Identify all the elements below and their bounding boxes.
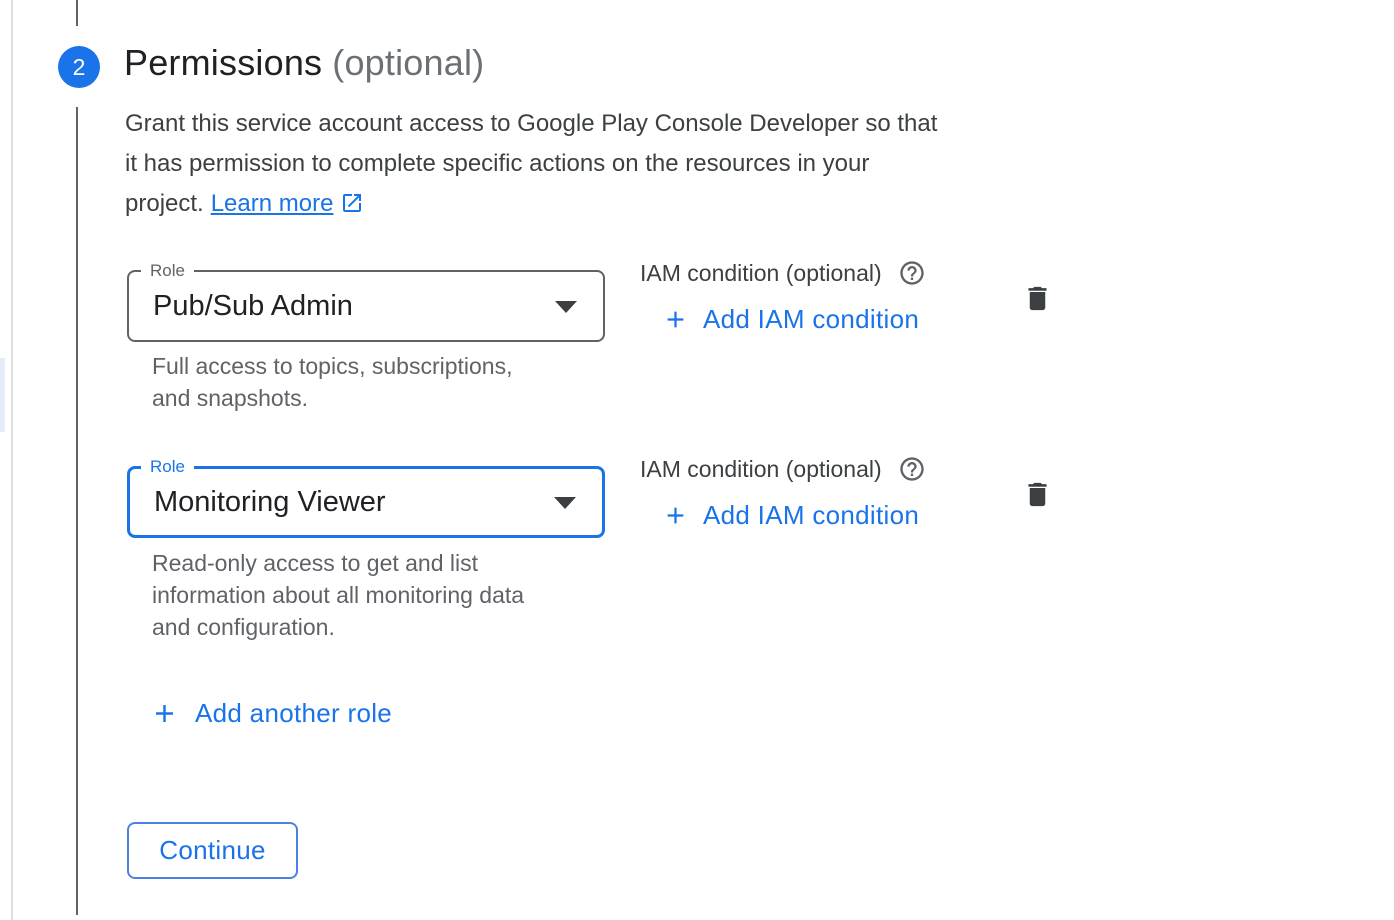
step-number: 2 — [73, 54, 86, 81]
role-description: Full access to topics, subscriptions, an… — [152, 350, 512, 414]
description-line: it has permission to complete specific a… — [125, 144, 937, 184]
role-field-label: Role — [141, 260, 194, 282]
page-title-row: Permissions(optional) — [124, 42, 484, 84]
role-description-line: and configuration. — [152, 611, 524, 643]
iam-condition-label: IAM condition (optional) — [640, 456, 882, 483]
permissions-step-panel: 2 Permissions(optional) Grant this servi… — [0, 0, 1394, 920]
iam-condition-label: IAM condition (optional) — [640, 260, 882, 287]
role-selected-value: Pub/Sub Admin — [129, 290, 353, 323]
page-title: Permissions — [124, 42, 322, 83]
plus-icon — [662, 306, 689, 333]
role-field-label: Role — [141, 456, 194, 478]
add-iam-condition-label: Add IAM condition — [703, 304, 919, 335]
dropdown-arrow-icon — [554, 497, 576, 509]
role-description-line: and snapshots. — [152, 382, 512, 414]
panel-left-border — [11, 0, 13, 920]
add-another-role-label: Add another role — [195, 698, 392, 729]
add-another-role-button[interactable]: Add another role — [150, 695, 392, 731]
stepper-connector — [76, 107, 78, 915]
description-line: project. Learn more — [125, 184, 937, 228]
stepper-connector-top — [76, 0, 78, 26]
add-iam-condition-button[interactable]: Add IAM condition — [662, 302, 919, 336]
role-select[interactable]: Monitoring Viewer — [127, 466, 605, 538]
learn-more-link[interactable]: Learn more — [211, 190, 334, 217]
continue-button[interactable]: Continue — [127, 822, 298, 879]
help-icon[interactable] — [898, 455, 926, 483]
role-selected-value: Monitoring Viewer — [130, 486, 386, 519]
role-description-line: Read-only access to get and list — [152, 547, 524, 579]
step-2-badge: 2 — [58, 46, 100, 88]
add-iam-condition-button[interactable]: Add IAM condition — [662, 498, 919, 532]
plus-icon — [150, 699, 179, 728]
iam-condition-header: IAM condition (optional) — [640, 454, 926, 484]
delete-role-button[interactable] — [1019, 280, 1055, 316]
trash-icon — [1022, 479, 1053, 510]
help-icon[interactable] — [898, 259, 926, 287]
plus-icon — [662, 502, 689, 529]
add-iam-condition-label: Add IAM condition — [703, 500, 919, 531]
external-link-icon — [340, 188, 364, 228]
role-select[interactable]: Pub/Sub Admin — [127, 270, 605, 342]
role-description: Read-only access to get and list informa… — [152, 547, 524, 643]
iam-condition-header: IAM condition (optional) — [640, 258, 926, 288]
delete-role-button[interactable] — [1019, 476, 1055, 512]
trash-icon — [1022, 283, 1053, 314]
dropdown-arrow-icon — [555, 301, 577, 313]
scroll-indicator — [0, 358, 5, 432]
description-line: Grant this service account access to Goo… — [125, 104, 937, 144]
description-line-text: project. — [125, 190, 204, 217]
role-description-line: Full access to topics, subscriptions, — [152, 350, 512, 382]
page-title-suffix: (optional) — [332, 42, 484, 83]
role-description-line: information about all monitoring data — [152, 579, 524, 611]
step-description: Grant this service account access to Goo… — [125, 104, 937, 228]
